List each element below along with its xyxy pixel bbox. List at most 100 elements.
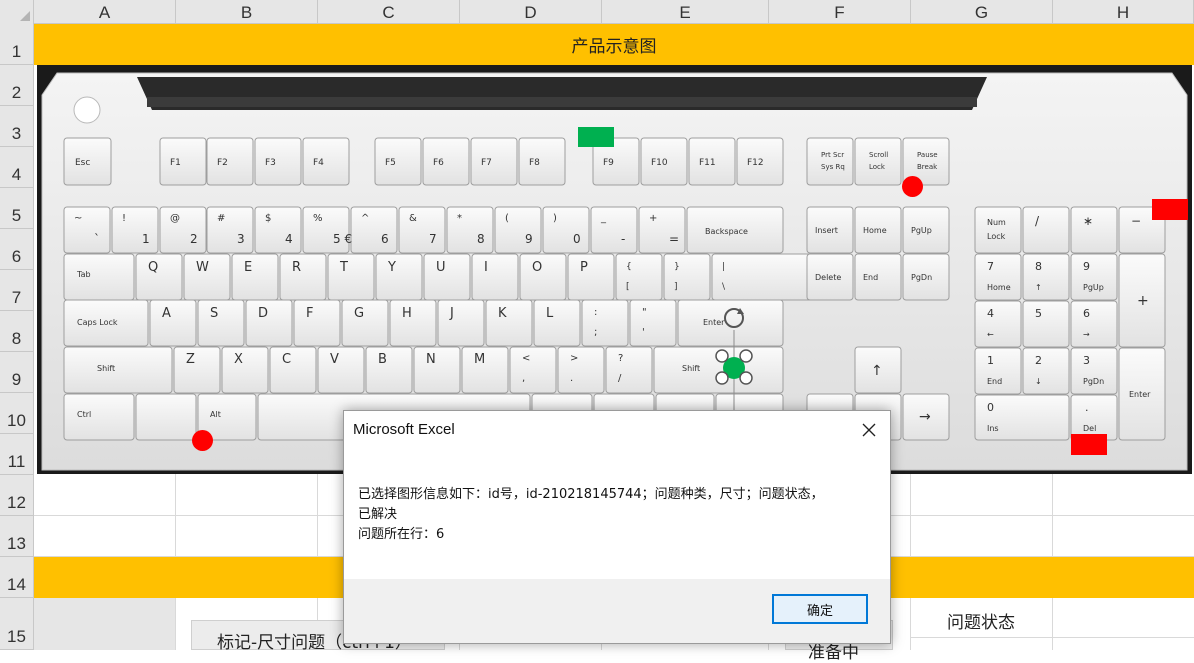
- page-title: 产品示意图: [571, 37, 657, 57]
- column-header-g[interactable]: G: [911, 0, 1053, 24]
- column-header-e[interactable]: E: [602, 0, 769, 24]
- select-all-corner[interactable]: [0, 0, 34, 24]
- key-label: End: [987, 377, 1002, 386]
- key-label: Break: [917, 163, 938, 171]
- key-num-row: [254, 206, 302, 254]
- key-label: F4: [313, 158, 324, 168]
- key-f6: [422, 137, 470, 186]
- resize-handle[interactable]: [715, 371, 729, 385]
- key-label: Home: [987, 283, 1011, 292]
- key-label: J: [449, 306, 454, 321]
- column-header-c[interactable]: C: [318, 0, 460, 24]
- key-label: F10: [651, 158, 668, 168]
- key-label: Insert: [815, 226, 838, 235]
- key-num-row: [494, 206, 542, 254]
- key-label: PgUp: [911, 226, 932, 235]
- key-letter: [231, 253, 279, 301]
- red-size-marker-bottom[interactable]: [1071, 434, 1107, 455]
- key-f4: [302, 137, 350, 186]
- resize-handle[interactable]: [739, 349, 753, 363]
- red-size-marker-top[interactable]: [1152, 199, 1188, 220]
- ok-button[interactable]: 确定: [772, 594, 868, 624]
- row-header-9[interactable]: 9: [0, 352, 34, 393]
- key-num-row: [638, 206, 686, 254]
- column-header-f[interactable]: F: [769, 0, 911, 24]
- key-label: Alt: [210, 410, 221, 419]
- key-numpad: [1022, 347, 1070, 395]
- row-header-6[interactable]: 6: [0, 229, 34, 270]
- key-label: 0: [573, 232, 581, 246]
- key-symbol: [605, 346, 653, 394]
- key-label: W: [196, 260, 209, 275]
- cell-a15[interactable]: [34, 598, 175, 650]
- key-label: 7: [429, 232, 437, 246]
- row-header-11[interactable]: 11: [0, 434, 34, 475]
- key-label: F12: [747, 158, 764, 168]
- key-letter: [197, 299, 245, 347]
- key-label: A: [162, 306, 171, 321]
- resize-handle[interactable]: [739, 371, 753, 385]
- selected-shape[interactable]: [712, 302, 757, 422]
- row-header-15[interactable]: 15: [0, 598, 34, 650]
- key-letter: [413, 346, 461, 394]
- close-button[interactable]: [848, 411, 890, 449]
- row-header-1[interactable]: 1: [0, 24, 34, 65]
- key-label: :: [594, 307, 597, 318]
- key-label: ;: [594, 327, 597, 338]
- key-label: End: [863, 273, 878, 282]
- key-label: Backspace: [705, 227, 748, 236]
- resize-handle[interactable]: [715, 349, 729, 363]
- key-symbol: [581, 299, 629, 347]
- key-letter: [279, 253, 327, 301]
- dialog-message-line: 问题所在行：6: [358, 527, 445, 542]
- key-label: PgUp: [1083, 283, 1104, 292]
- column-header-b[interactable]: B: [176, 0, 318, 24]
- row-header-3[interactable]: 3: [0, 106, 34, 147]
- key-label: ': [642, 327, 645, 338]
- key-letter: [471, 253, 519, 301]
- row-header-4[interactable]: 4: [0, 147, 34, 188]
- key-label: −: [1131, 214, 1141, 228]
- red-dot-marker[interactable]: [902, 176, 923, 197]
- row-header-2[interactable]: 2: [0, 65, 34, 106]
- key-sys: [854, 137, 902, 186]
- row-header-10[interactable]: 10: [0, 393, 34, 434]
- dialog-titlebar[interactable]: Microsoft Excel: [344, 411, 890, 449]
- key-label: `: [94, 232, 100, 246]
- row-header-7[interactable]: 7: [0, 270, 34, 311]
- row-header-8[interactable]: 8: [0, 311, 34, 352]
- key-label: [: [626, 282, 630, 292]
- key-label: F11: [699, 158, 716, 168]
- rotate-handle-icon[interactable]: [724, 308, 744, 328]
- title-band[interactable]: 产品示意图: [34, 24, 1194, 65]
- key-tab: [63, 253, 135, 301]
- key-label: 4: [285, 232, 293, 246]
- key-letter: [293, 299, 341, 347]
- row-header-5[interactable]: 5: [0, 188, 34, 229]
- row-header-12[interactable]: 12: [0, 475, 34, 516]
- column-header-h[interactable]: H: [1053, 0, 1194, 24]
- key-label: T: [339, 260, 348, 275]
- dialog-body: 已选择图形信息如下：id号，id-210218145744；问题种类，尺寸；问题…: [344, 449, 890, 579]
- green-size-marker[interactable]: [578, 127, 614, 147]
- key-label: Delete: [815, 273, 841, 282]
- row-header-13[interactable]: 13: [0, 516, 34, 557]
- key-num-row: [542, 206, 590, 254]
- key-label: I: [484, 260, 488, 275]
- key-symbol: [615, 253, 663, 301]
- row-header-14[interactable]: 14: [0, 557, 34, 598]
- column-header-d[interactable]: D: [460, 0, 602, 24]
- key-label: !: [122, 213, 126, 224]
- key-f3: [254, 137, 302, 186]
- key-label: @: [170, 213, 180, 224]
- key-label: Ctrl: [77, 410, 91, 419]
- key-label: K: [498, 306, 507, 321]
- key-numpad: [1070, 300, 1118, 348]
- key-label: Scroll: [869, 151, 888, 159]
- key-label: Enter: [1129, 390, 1151, 399]
- red-dot-marker[interactable]: [192, 430, 213, 451]
- key-letter: [423, 253, 471, 301]
- key-letter: [437, 299, 485, 347]
- column-header-a[interactable]: A: [34, 0, 176, 24]
- key-label: F7: [481, 158, 492, 168]
